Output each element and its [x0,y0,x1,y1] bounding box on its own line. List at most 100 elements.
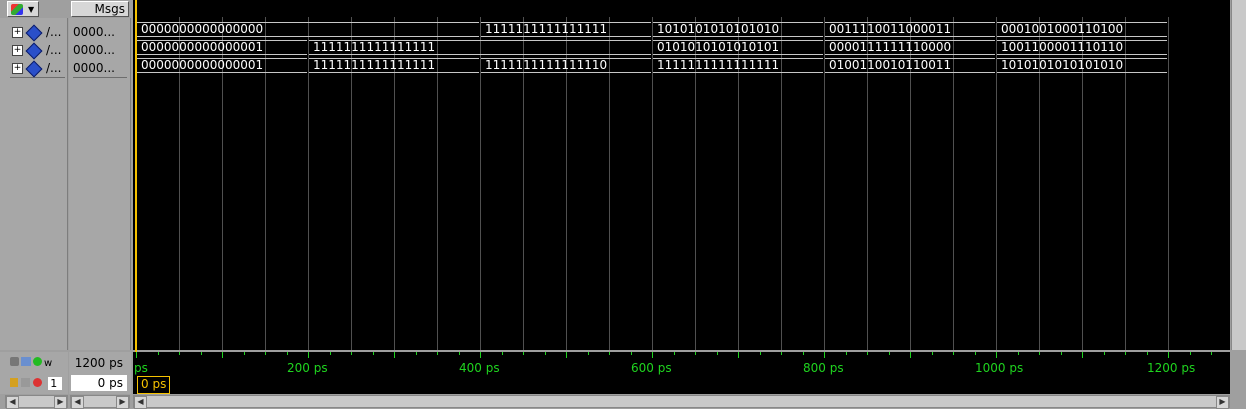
signal-value: 0000... [73,43,115,57]
timeline-tick [179,352,180,355]
timeline-tick-label: 600 ps [631,361,672,375]
timeline-tick [974,352,976,355]
timeline-tick [888,352,890,355]
screen-icon[interactable] [21,357,31,366]
scroll-left-icon[interactable]: ◀ [134,396,147,409]
expand-icon[interactable]: + [12,27,23,38]
timeline-tick [953,352,954,355]
edit-icon[interactable] [21,378,30,387]
bus-value: 1001100001110110 [1001,40,1124,54]
cursor-number-field[interactable]: 1 [48,377,63,390]
wave-icon [11,4,23,15]
bus-value: 1111111111111110 [485,58,608,72]
waveform-area[interactable]: 0000000000000000 1111111111111111 10101010… [133,17,1230,350]
timeline-tick [652,352,653,358]
timeline-tick [931,352,933,355]
now-value: 1200 ps [74,356,123,370]
divider [73,77,127,78]
timeline-tick [157,352,159,355]
signal-names-pane: + /... + /... + /... [0,18,68,350]
signal-row[interactable]: + /... [0,59,67,77]
timeline-tick [1082,352,1083,358]
timeline-tick [867,352,868,355]
cursor-value[interactable]: 0 ps [71,375,127,391]
timeline-tick [1189,352,1191,355]
timeline-tick [781,352,782,355]
cursor-line[interactable] [135,0,137,394]
zoom-icon[interactable] [10,357,19,366]
gridline [1168,17,1169,350]
bus-value: 0000000000000000 [141,22,264,36]
timeline-tick [1039,352,1040,355]
expand-icon[interactable]: + [12,63,23,74]
names-hscroll[interactable]: ◀ ▶ [5,395,68,409]
timeline-tick [415,352,417,355]
wave-hscroll[interactable]: ◀ ▶ [133,395,1230,409]
cursor-time-label[interactable]: 0 ps [137,376,171,394]
bus-value: 1111111111111111 [657,58,780,72]
timeline-tick [630,352,632,355]
timeline-tick [716,352,718,355]
cursor-values: 1200 ps 0 ps [69,352,131,394]
timeline-tick [1168,352,1169,358]
signal-name: /... [46,61,62,75]
timeline-tick [802,352,804,355]
timeline-tick [351,352,352,355]
timeline-tick [1103,352,1105,355]
timeline-tick [372,352,374,355]
signal-row[interactable]: + /... [0,23,67,41]
bus-icon [25,60,43,77]
timeline-tick-label: 800 ps [803,361,844,375]
add-cursor-icon[interactable] [33,357,42,366]
bus-value: 1111111111111111 [485,22,608,36]
timeline-tick [695,352,696,355]
bus-value: 0101010101010101 [657,40,780,54]
divider [10,77,65,78]
timeline-tick [222,352,223,358]
timeline-tick [437,352,438,355]
timeline-tick [1125,352,1126,355]
timeline-tick-label: 400 ps [459,361,500,375]
signal-value: 0000... [73,61,115,75]
signal-type-selector[interactable]: ▼ [7,1,39,17]
bus-value: 1111111111111111 [313,58,436,72]
bus-icon [25,24,43,41]
timeline-tick [523,352,524,355]
timeline-tick [243,352,245,355]
scroll-right-icon[interactable]: ▶ [54,396,67,409]
signal-row[interactable]: + /... [0,41,67,59]
scroll-right-icon[interactable]: ▶ [1216,396,1229,409]
wave-header-strip [133,0,1230,17]
scroll-left-icon[interactable]: ◀ [6,396,19,409]
timeline-tick [286,352,288,355]
timeline-tick [1146,352,1148,355]
values-hscroll[interactable]: ◀ ▶ [70,395,130,409]
lock-icon[interactable] [10,378,18,387]
scroll-right-icon[interactable]: ▶ [116,396,129,409]
timeline-start-label: ps [134,361,148,375]
timeline-tick [824,352,825,358]
vertical-scrollbar[interactable] [1231,0,1246,350]
bus-value: 0000000000000001 [141,40,264,54]
timeline-ruler[interactable]: 200 ps 400 ps 600 ps 800 ps 1000 ps 1200 ps p… [133,352,1230,394]
msgs-header: Msgs [71,1,129,17]
expand-icon[interactable]: + [12,45,23,56]
signal-name: /... [46,43,62,57]
timeline-tick [996,352,997,358]
timeline-tick [673,352,675,355]
timeline-tick-label: 1000 ps [975,361,1024,375]
signal-value: 0000... [73,25,115,39]
timeline-tick [480,352,481,358]
timeline-tick [136,352,137,358]
chevron-down-icon: ▼ [28,5,35,14]
bus-value: 1010101010101010 [1001,58,1124,72]
scroll-left-icon[interactable]: ◀ [71,396,84,409]
timeline-tick [458,352,460,355]
bus-value: 0000111111110000 [829,40,952,54]
timeline-tick [501,352,503,355]
cursor-controls: w 1 [0,352,68,394]
bus-value: 1111111111111111 [313,40,436,54]
remove-cursor-icon[interactable] [33,378,42,387]
now-label: w [44,358,53,369]
timeline-tick [845,352,847,355]
